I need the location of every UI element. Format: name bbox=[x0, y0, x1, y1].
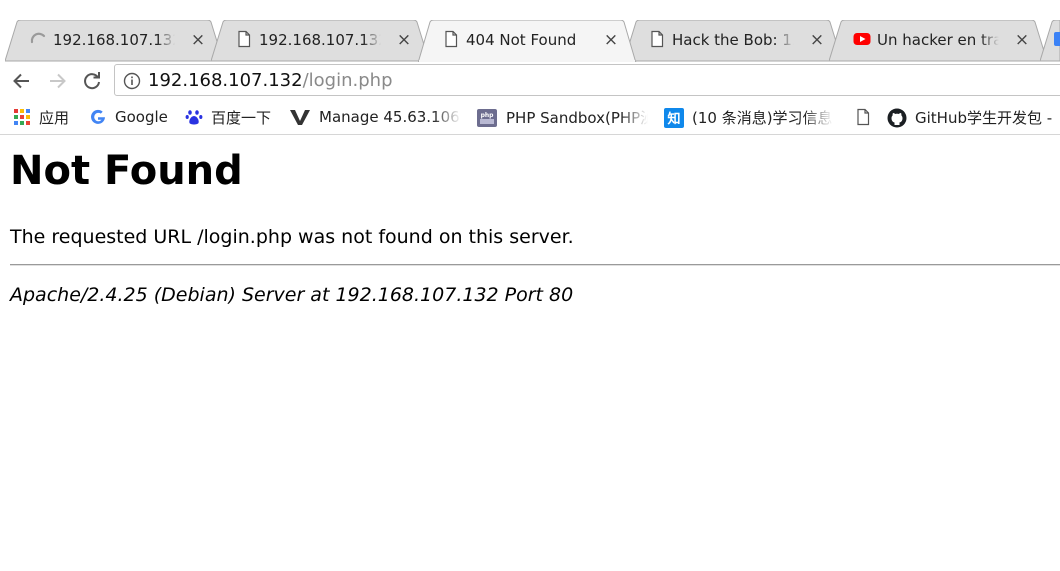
tab-1[interactable]: 192.168.107.132/c × bbox=[211, 20, 443, 62]
tab-2-active[interactable]: 404 Not Found × bbox=[418, 20, 650, 64]
loading-spinner-icon bbox=[29, 30, 47, 48]
server-signature: Apache/2.4.25 (Debian) Server at 192.168… bbox=[10, 284, 574, 306]
tab-title: 192.168.107.132/c bbox=[53, 31, 175, 49]
baidu-paw-icon bbox=[185, 108, 203, 126]
page-heading: Not Found bbox=[10, 148, 243, 194]
close-tab-icon[interactable]: × bbox=[189, 31, 207, 49]
page-icon bbox=[854, 108, 872, 126]
close-tab-icon[interactable]: × bbox=[1013, 31, 1031, 49]
zhihu-icon: 知 bbox=[664, 108, 684, 128]
svg-text:知: 知 bbox=[667, 111, 680, 127]
page-icon bbox=[442, 30, 460, 48]
google-icon bbox=[89, 108, 107, 126]
bookmark-label: Manage 45.63.106.4 bbox=[319, 108, 461, 126]
bookmark-untitled-page[interactable] bbox=[854, 106, 880, 128]
back-arrow-icon[interactable] bbox=[9, 68, 35, 94]
error-message: The requested URL /login.php was not fou… bbox=[10, 226, 574, 248]
info-icon[interactable] bbox=[123, 72, 141, 90]
tab-0[interactable]: 192.168.107.132/c × bbox=[5, 20, 237, 62]
bookmark-vultr[interactable]: Manage 45.63.106.4 bbox=[289, 106, 461, 128]
bookmarks-bar: 应用 Google 百度一下 Manage 45.63.106.4 php PH… bbox=[0, 100, 1060, 135]
bookmark-php-sandbox[interactable]: php PHP Sandbox(PHP泌 bbox=[476, 106, 648, 128]
page-icon bbox=[648, 30, 666, 48]
browser-toolbar: 192.168.107.132/login.php bbox=[0, 62, 1060, 100]
forward-arrow-icon[interactable] bbox=[44, 68, 70, 94]
close-tab-icon[interactable]: × bbox=[602, 31, 620, 49]
divider bbox=[10, 264, 1060, 266]
close-tab-icon[interactable]: × bbox=[808, 31, 826, 49]
tab-4[interactable]: Un hacker en train × bbox=[829, 20, 1060, 62]
reload-icon[interactable] bbox=[79, 68, 105, 94]
php-icon: php bbox=[476, 108, 498, 127]
tab-title: Hack the Bob: 1.0. bbox=[672, 31, 794, 49]
svg-text:php: php bbox=[481, 112, 495, 119]
apps-grid-icon bbox=[13, 108, 31, 126]
bookmark-google[interactable]: Google bbox=[89, 106, 168, 128]
bookmark-label: Google bbox=[115, 108, 168, 126]
bookmark-github-student-pack[interactable]: GitHub学生开发包 - bbox=[887, 106, 1052, 128]
page-content: Not Found The requested URL /login.php w… bbox=[0, 136, 1060, 571]
close-tab-icon[interactable]: × bbox=[395, 31, 413, 49]
bookmark-zhihu[interactable]: 知 (10 条消息)学习信息 bbox=[664, 106, 833, 128]
bookmark-label: GitHub学生开发包 - bbox=[915, 108, 1053, 127]
url-host: 192.168.107.132 bbox=[148, 70, 303, 91]
tab-3[interactable]: Hack the Bob: 1.0. × bbox=[624, 20, 856, 62]
vultr-icon bbox=[289, 108, 311, 126]
bookmark-apps[interactable]: 应用 bbox=[13, 106, 69, 128]
tab-title: 404 Not Found bbox=[466, 31, 577, 49]
bookmark-baidu[interactable]: 百度一下 bbox=[185, 106, 271, 128]
url-path: /login.php bbox=[302, 70, 393, 91]
page-icon bbox=[235, 30, 253, 48]
tab-shape bbox=[1039, 19, 1060, 62]
address-bar[interactable]: 192.168.107.132/login.php bbox=[114, 64, 1060, 96]
bookmark-label: 应用 bbox=[39, 108, 70, 127]
bookmark-label: PHP Sandbox(PHP泌 bbox=[506, 108, 648, 127]
tab-overflow-edge[interactable] bbox=[1039, 19, 1060, 62]
bookmark-label: 百度一下 bbox=[211, 108, 272, 127]
github-icon bbox=[887, 108, 907, 128]
youtube-icon bbox=[853, 30, 871, 48]
url-text[interactable]: 192.168.107.132/login.php bbox=[148, 70, 393, 92]
tab-title: 192.168.107.132/c bbox=[259, 31, 381, 49]
tab-title: Un hacker en train bbox=[877, 31, 999, 49]
tab-strip: 192.168.107.132/c × 192.168.107.132/c × … bbox=[0, 0, 1060, 64]
bookmark-label: (10 条消息)学习信息 bbox=[692, 108, 833, 127]
